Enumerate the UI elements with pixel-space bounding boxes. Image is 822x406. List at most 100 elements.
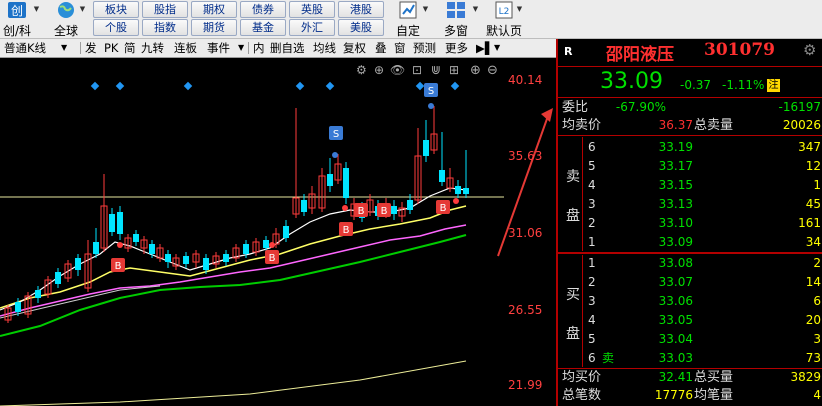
tab-gengduo[interactable]: 更多 — [445, 39, 468, 57]
bid-row[interactable]: 5 33.04 3 — [558, 331, 822, 348]
note-badge[interactable]: 注 — [767, 79, 780, 92]
volume: 14 — [805, 275, 821, 289]
tab-lianban[interactable]: 连板 — [174, 39, 197, 57]
ask-row[interactable]: 3 33.13 45 — [558, 196, 822, 213]
event-diamond[interactable] — [183, 81, 193, 91]
candle-body[interactable] — [391, 206, 397, 214]
avg-buy-label: 均买价 — [562, 370, 602, 385]
candle-body[interactable] — [109, 214, 115, 232]
bid-row[interactable]: 6 33.03 73 — [558, 350, 822, 367]
qihuo-button[interactable]: 期货 — [191, 19, 237, 36]
candle-body[interactable] — [263, 240, 269, 248]
candle-body[interactable] — [149, 244, 155, 254]
gegu-button[interactable]: 个股 — [93, 19, 139, 36]
waihui-button[interactable]: 外汇 — [289, 19, 335, 36]
candle-body[interactable] — [301, 200, 307, 212]
default-page-dropdown[interactable]: ▼ — [515, 2, 524, 17]
shijian-dropdown-icon[interactable]: ▼ — [238, 39, 244, 57]
candle-body[interactable] — [93, 242, 99, 254]
candle-body[interactable] — [35, 290, 41, 298]
ask-row[interactable]: 4 33.15 1 — [558, 177, 822, 194]
bid-row[interactable]: 2 33.07 14 — [558, 274, 822, 291]
duochuang-dropdown[interactable]: ▼ — [471, 2, 480, 17]
duochuang-button[interactable]: 多窗 — [436, 0, 476, 38]
event-diamond[interactable] — [90, 81, 100, 91]
ask-row[interactable]: 1 33.09 34 — [558, 234, 822, 251]
divider — [558, 135, 822, 136]
zhishu-button[interactable]: 指数 — [142, 19, 188, 36]
tab-fa[interactable]: 发 — [85, 39, 97, 57]
bid-row[interactable]: 1 33.08 2 — [558, 255, 822, 272]
chuangke-dropdown[interactable]: ▼ — [32, 2, 41, 17]
tab-dropdown-icon[interactable]: ▼ — [494, 39, 500, 57]
chuangke-button[interactable]: 创 创/科 — [0, 0, 34, 38]
bid-row[interactable]: 3 33.06 6 — [558, 293, 822, 310]
event-diamond[interactable] — [295, 81, 305, 91]
candle-body[interactable] — [423, 140, 429, 156]
avg-vol-label: 均笔量 — [694, 388, 734, 403]
kline-type-dropdown-icon[interactable]: ▼ — [61, 39, 67, 57]
candle-body[interactable] — [223, 254, 229, 262]
candle-body[interactable] — [165, 254, 171, 262]
jijin-button[interactable]: 基金 — [240, 19, 286, 36]
candle-body[interactable] — [15, 302, 21, 312]
bankuai-button[interactable]: 板块 — [93, 1, 139, 18]
tab-jian[interactable]: 简 — [124, 39, 136, 57]
ask-row[interactable]: 6 33.19 347 — [558, 139, 822, 156]
tab-junxian[interactable]: 均线 — [313, 39, 336, 57]
event-diamond[interactable] — [115, 81, 125, 91]
tab-fuquan[interactable]: 复权 — [343, 39, 366, 57]
candle-body[interactable] — [343, 168, 349, 198]
candle-body[interactable] — [455, 186, 461, 194]
kline-chart[interactable]: ⚙ ⊕ 👁 ⊡ ⋓ ⊞ ⊕ ⊖ B B B B B B S S 40.14 35… — [0, 58, 556, 406]
candle-body[interactable] — [327, 174, 333, 186]
qiquan-button[interactable]: 期权 — [191, 1, 237, 18]
volume: 2 — [813, 256, 821, 270]
tab-jiuzhuan[interactable]: 九转 — [141, 39, 164, 57]
event-diamond[interactable] — [415, 81, 425, 91]
lock-icon[interactable]: ⊡ — [412, 63, 422, 77]
tab-shijian[interactable]: 事件 — [207, 39, 230, 57]
event-diamond[interactable] — [325, 81, 335, 91]
step-icon[interactable]: ⊞ — [449, 63, 459, 77]
candle-body[interactable] — [439, 170, 445, 182]
tab-nei[interactable]: 内 — [253, 39, 265, 57]
tab-yuce[interactable]: 预测 — [413, 39, 436, 57]
tab-pk[interactable]: PK — [104, 39, 118, 57]
settings-gear-icon[interactable]: ⚙ — [803, 41, 816, 59]
guzhi-button[interactable]: 股指 — [142, 1, 188, 18]
yinggu-button[interactable]: 英股 — [289, 1, 335, 18]
tab-kline-type[interactable]: 普通K线 — [4, 39, 46, 57]
magnet-icon[interactable]: ⋓ — [431, 63, 441, 77]
candle-body[interactable] — [463, 188, 469, 194]
tab-die[interactable]: 叠 — [375, 39, 387, 57]
tab-chuang[interactable]: 窗 — [394, 39, 406, 57]
candle-body[interactable] — [243, 244, 249, 254]
ask-row[interactable]: 5 33.17 12 — [558, 158, 822, 175]
candle-body[interactable] — [133, 234, 139, 242]
crosshair-icon[interactable]: ⊕ — [374, 63, 384, 77]
weibi-label: 委比 — [562, 100, 589, 115]
zixuan-dropdown[interactable]: ▼ — [421, 2, 430, 17]
candle-body[interactable] — [183, 256, 189, 264]
ask-row[interactable]: 2 33.10 161 — [558, 215, 822, 232]
bid-row[interactable]: 4 33.05 20 — [558, 312, 822, 329]
tab-shanzixuan[interactable]: 删自选 — [270, 39, 305, 57]
settings-icon[interactable]: ⚙ — [356, 63, 367, 77]
zoom-in-icon[interactable]: ⊕ — [470, 63, 481, 78]
candle-body[interactable] — [283, 226, 289, 238]
ganggu-button[interactable]: 港股 — [338, 1, 384, 18]
eye-icon[interactable]: 👁 — [390, 63, 405, 77]
quanqiu-dropdown[interactable]: ▼ — [78, 2, 87, 17]
candle-body[interactable] — [55, 272, 61, 284]
candle-body[interactable] — [117, 212, 123, 234]
event-diamond[interactable] — [450, 81, 460, 91]
meigu-button[interactable]: 美股 — [338, 19, 384, 36]
zoom-out-icon[interactable]: ⊖ — [487, 63, 498, 78]
candle-body[interactable] — [407, 200, 413, 210]
candle-body[interactable] — [203, 258, 209, 270]
candle-body[interactable] — [75, 258, 81, 270]
level: 2 — [588, 275, 596, 289]
zhaiquan-button[interactable]: 债券 — [240, 1, 286, 18]
sidebar-toggle-icon[interactable]: ▶▌ — [476, 39, 494, 57]
